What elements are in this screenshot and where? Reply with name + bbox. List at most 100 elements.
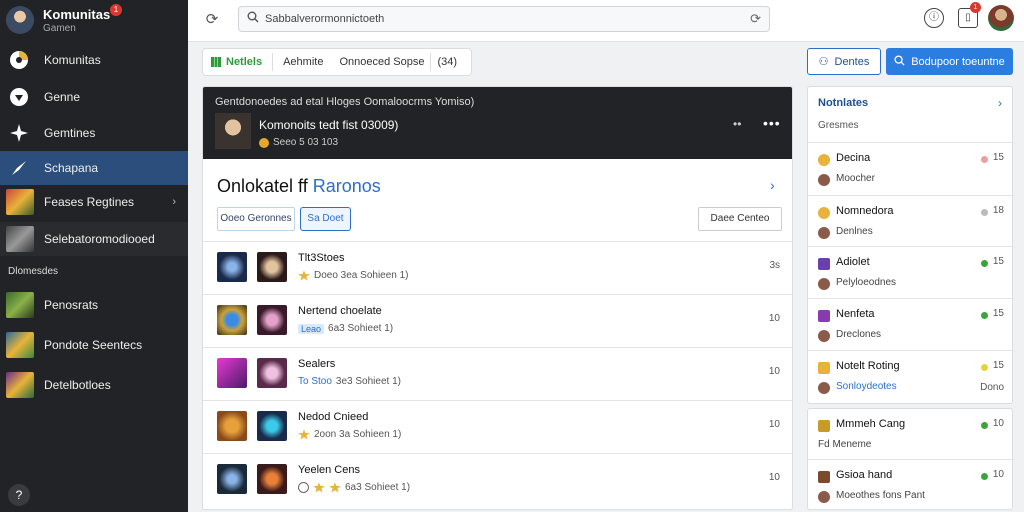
sidebar-game-pondote[interactable]: Pondote Seentecs	[0, 328, 188, 362]
item-title: Gsioa hand	[836, 469, 893, 481]
game-thumbnail	[217, 411, 247, 441]
sidebar: 1 Komunitas Gamen Komunitas Genne Gemtin…	[0, 0, 188, 512]
sidebar-item-label: Genne	[44, 90, 81, 104]
status-dot	[981, 364, 988, 371]
filter-count: (34)	[437, 56, 458, 68]
row-title: Nedod Cnieed	[298, 411, 369, 423]
row-meta-text: 6a3 Sohieet 1)	[328, 323, 394, 334]
table-row[interactable]: Nertend choelate Leao 6a3 Sohieet 1) 10	[203, 294, 792, 347]
item-count: 10	[992, 418, 1004, 429]
help-icon[interactable]: ?	[8, 484, 30, 506]
table-row[interactable]: Nedod Cnieed 2oon 3a Sohieen 1) 10	[203, 400, 792, 453]
search-bar[interactable]: ⟳	[238, 6, 770, 32]
featured-title: Komonoits tedt fist 03009)	[259, 118, 399, 132]
sidebar-item-label: Feases Regtines	[44, 195, 135, 209]
row-count: 10	[768, 472, 780, 483]
game-thumbnail	[6, 372, 34, 398]
info-icon[interactable]: ⓘ	[924, 8, 944, 28]
filter-strip: Netlels Aehmite Onnoeced Sopse (34)	[202, 48, 472, 76]
sidebar-item-feases-regtines[interactable]: Feases Regtines ›	[0, 185, 188, 219]
chevron-right-icon: ›	[172, 196, 176, 208]
community-icon	[8, 49, 30, 71]
status-dot	[981, 209, 988, 216]
game-thumbnail	[6, 332, 34, 358]
featured-heading: Gentdonoedes ad etal Hloges Oomaloocrms …	[215, 96, 475, 108]
avatar[interactable]	[6, 6, 34, 34]
table-row[interactable]: Sealers To Stoo 3e3 Sohieet 1) 10	[203, 347, 792, 400]
filter-chip-right[interactable]: Daee Centeo	[698, 207, 782, 231]
avatar	[818, 382, 830, 394]
secondary-action-label: Dentes	[834, 55, 870, 68]
profile-notification-badge: 1	[110, 4, 122, 16]
secondary-action-button[interactable]: ⚇ Dentes	[807, 48, 881, 75]
row-count: 10	[768, 366, 780, 377]
table-row[interactable]: Yeelen Cens 6a3 Sohieet 1) 10	[203, 453, 792, 506]
refresh-icon[interactable]: ⟳	[202, 10, 222, 30]
chevron-right-icon[interactable]: ›	[998, 96, 1002, 110]
table-row[interactable]: Tlt3Stoes Doeo 3ea Sohieen 1) 3s	[203, 241, 792, 294]
filter-active[interactable]: Netlels	[203, 56, 272, 68]
reload-search-icon[interactable]: ⟳	[750, 11, 761, 27]
sidebar-item-gemtines[interactable]: Gemtines	[0, 116, 188, 150]
activity-panel: Mmmeh Cang Fd Meneme 10 Gsioa hand Moeot…	[807, 408, 1014, 511]
filter-chip-active[interactable]: Sa Doet	[300, 207, 351, 231]
status-dot	[981, 422, 988, 429]
row-tag: To Stoo	[298, 376, 332, 387]
item-title: Mmmeh Cang	[836, 418, 906, 430]
item-count: 15	[992, 152, 1004, 163]
sidebar-item-label: Selebatoromodiooed	[44, 232, 155, 246]
sidebar-item-schapana[interactable]: Schapana	[0, 151, 188, 185]
section-title-accent: Raronos	[312, 176, 381, 196]
item-status: Dono	[980, 382, 1004, 393]
list-item[interactable]: Mmmeh Cang Fd Meneme 10	[808, 409, 1014, 461]
primary-action-button[interactable]: Bodupoor toeuntne	[886, 48, 1013, 75]
clock-icon	[298, 482, 309, 493]
row-meta: Doeo 3ea Sohieen 1)	[298, 270, 409, 281]
row-title: Tlt3Stoes	[298, 252, 345, 264]
row-title: Nertend choelate	[298, 305, 382, 317]
sparkle-icon	[8, 122, 30, 144]
primary-action-label: Bodupoor toeuntne	[911, 55, 1005, 68]
row-count: 3s	[769, 260, 780, 271]
sidebar-item-selebatoro[interactable]: Selebatoromodiooed	[0, 222, 188, 256]
item-subtitle: Dreclones	[836, 329, 882, 340]
list-item[interactable]: Nenfeta Dreclones 15	[808, 298, 1014, 350]
sidebar-item-genne[interactable]: Genne	[0, 80, 188, 114]
filter-chip[interactable]: Ooeo Geronnes	[217, 207, 295, 231]
list-item[interactable]: Nomnedora Denlnes 18	[808, 195, 1014, 247]
item-subtitle: Sonloydeotes	[836, 381, 897, 392]
filter-second[interactable]: Aehmite	[273, 56, 333, 68]
sidebar-game-penosrats[interactable]: Penosrats	[0, 288, 188, 322]
section-title-main: Onlokatel ff	[217, 176, 308, 196]
app-window: 1 Komunitas Gamen Komunitas Genne Gemtin…	[0, 0, 1024, 512]
row-meta: To Stoo 3e3 Sohieet 1)	[298, 376, 401, 387]
sidebar-game-detelbotloes[interactable]: Detelbotloes	[0, 368, 188, 402]
game-thumbnail	[217, 252, 247, 282]
search-input[interactable]	[265, 10, 735, 28]
status-dot	[981, 260, 988, 267]
list-item[interactable]: Notelt Roting Sonloydeotes 15 Dono	[808, 350, 1014, 402]
avatar	[818, 491, 830, 503]
featured-banner[interactable]: Gentdonoedes ad etal Hloges Oomaloocrms …	[203, 87, 792, 159]
list-item[interactable]: Gsioa hand Moeothes fons Pant 10	[808, 459, 1014, 511]
filter-third[interactable]: Onnoeced Sopse	[333, 56, 430, 68]
list-item[interactable]: Adiolet Pelyloeodnes 15	[808, 246, 1014, 298]
game-icon	[818, 362, 830, 374]
main-panel: Gentdonoedes ad etal Hloges Oomaloocrms …	[202, 86, 793, 510]
row-count: 10	[768, 313, 780, 324]
sidebar-item-komunitas[interactable]: Komunitas	[0, 43, 188, 77]
row-title: Sealers	[298, 358, 336, 370]
list-item[interactable]: Decina Moocher 15	[808, 142, 1014, 194]
star-icon	[313, 482, 325, 493]
row-meta-text: 6a3 Sohieet 1)	[345, 482, 411, 493]
more-options-icon[interactable]: •••	[763, 115, 781, 131]
people-icon: ⚇	[818, 56, 829, 68]
avatar	[818, 174, 830, 186]
expand-icon[interactable]: ••	[733, 117, 741, 131]
game-thumbnail	[6, 292, 34, 318]
featured-meta-text: Seeo 5 03 103	[273, 137, 339, 148]
user-avatar[interactable]	[988, 5, 1014, 31]
item-subtitle: Moeothes fons Pant	[836, 490, 925, 501]
chevron-right-icon[interactable]: ›	[770, 177, 775, 193]
sidebar-profile[interactable]: 1 Komunitas Gamen	[6, 4, 182, 36]
